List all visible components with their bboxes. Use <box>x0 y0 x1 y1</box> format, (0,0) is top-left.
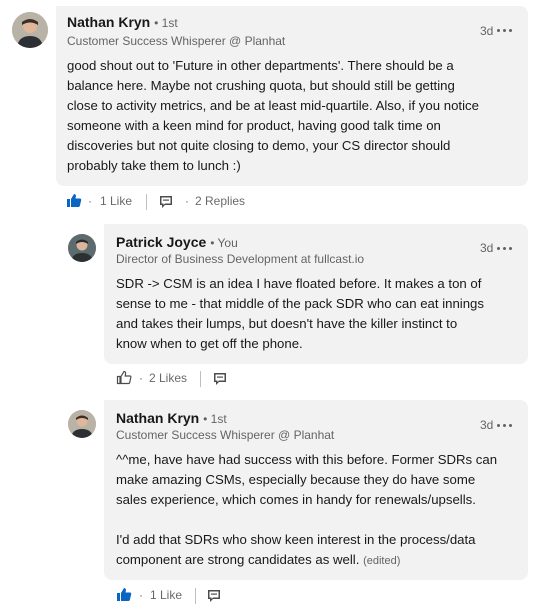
author-name[interactable]: Nathan Kryn • 1st <box>116 410 227 426</box>
divider <box>195 588 196 604</box>
like-count[interactable]: 2 Likes <box>149 369 187 387</box>
dot-separator: · <box>88 194 92 208</box>
dot-separator: · <box>139 588 143 602</box>
comment-actions: · 1 Like <box>116 586 276 606</box>
more-options-icon[interactable] <box>497 423 513 429</box>
like-count[interactable]: 1 Like <box>100 192 132 210</box>
reply-icon[interactable] <box>206 588 222 604</box>
comment-actions: · 1 Like · 2 Replies <box>66 192 326 212</box>
comment-text: SDR -> CSM is an idea I have floated bef… <box>116 276 484 351</box>
timestamp: 3d <box>480 418 494 432</box>
comment-actions: · 2 Likes <box>116 369 276 389</box>
like-count[interactable]: 1 Like <box>150 586 182 604</box>
reply-icon[interactable] <box>212 371 228 387</box>
avatar[interactable] <box>68 234 96 262</box>
author-headline: Customer Success Whisperer @ Planhat <box>67 34 286 48</box>
divider <box>200 371 201 387</box>
author-headline: Director of Business Development at full… <box>116 252 365 266</box>
thumbs-up-filled-icon[interactable] <box>116 586 132 602</box>
author-name[interactable]: Nathan Kryn • 1st <box>67 14 178 30</box>
comment-text: ^^me, have have had success with this be… <box>116 452 498 567</box>
timestamp: 3d <box>480 24 494 38</box>
edited-label: (edited) <box>363 555 401 567</box>
more-options-icon[interactable] <box>497 246 513 252</box>
reply-icon[interactable] <box>158 194 174 210</box>
more-options-icon[interactable] <box>497 28 513 34</box>
avatar[interactable] <box>12 12 48 48</box>
dot-separator: · <box>185 194 189 208</box>
connection-degree: • 1st <box>154 16 178 30</box>
reply-count[interactable]: 2 Replies <box>195 192 245 210</box>
author-headline: Customer Success Whisperer @ Planhat <box>116 428 335 442</box>
timestamp: 3d <box>480 241 494 255</box>
comment-text: good shout out to 'Future in other depar… <box>67 58 479 173</box>
dot-separator: · <box>139 371 143 385</box>
avatar[interactable] <box>68 410 96 438</box>
author-name[interactable]: Patrick Joyce • You <box>116 234 238 250</box>
connection-degree: • 1st <box>203 412 227 426</box>
divider <box>146 194 147 210</box>
thumbs-up-outline-icon[interactable] <box>116 369 132 385</box>
thumbs-up-filled-icon[interactable] <box>66 192 82 208</box>
connection-degree: • You <box>210 236 238 250</box>
